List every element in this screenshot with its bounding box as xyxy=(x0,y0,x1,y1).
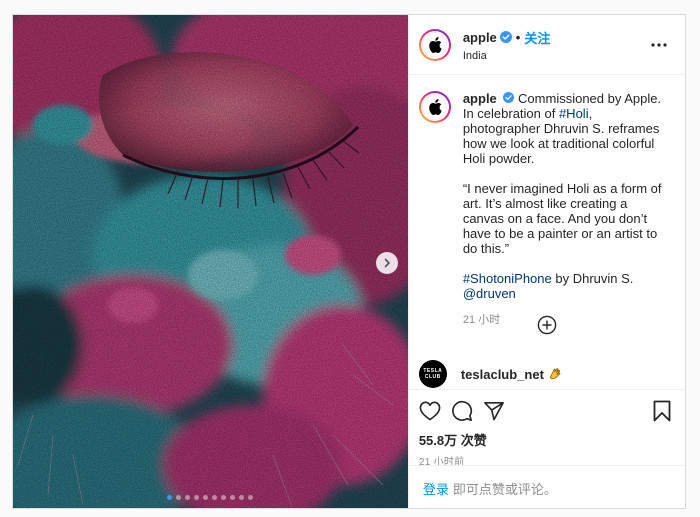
commenter-avatar-text-bottom: CLUB xyxy=(424,374,441,380)
comment-button[interactable] xyxy=(451,400,473,422)
carousel-dot xyxy=(203,495,209,500)
post-card: apple • 关注 India apple Commissioned by A… xyxy=(12,14,686,509)
author-avatar[interactable] xyxy=(418,28,451,61)
commenter-username[interactable]: teslaclub_net xyxy=(461,367,544,382)
more-options-icon xyxy=(651,42,667,47)
carousel-dot xyxy=(185,495,191,500)
carousel-indicator xyxy=(13,495,408,500)
more-options-button[interactable] xyxy=(647,39,671,51)
share-button[interactable] xyxy=(483,401,505,421)
load-more-comments xyxy=(409,315,685,335)
caption-username[interactable]: apple xyxy=(463,91,497,106)
header-separator: • xyxy=(515,29,521,45)
bookmark-icon xyxy=(653,400,671,422)
apple-logo-icon xyxy=(429,99,442,115)
like-count[interactable]: 55.8万 次赞 xyxy=(419,430,671,449)
hashtag-holi-link[interactable]: #Holi xyxy=(559,106,589,121)
holi-powder-face-image xyxy=(13,15,408,508)
caption-quote: “I never imagined Holi as a form of art.… xyxy=(462,181,662,256)
comment-item: TESLA CLUB teslaclub_net xyxy=(418,360,562,388)
commenter-avatar[interactable]: TESLA CLUB xyxy=(418,360,447,388)
save-button[interactable] xyxy=(653,400,671,422)
mention-druven-link[interactable]: @druven xyxy=(463,286,516,301)
clapping-hands-icon xyxy=(548,367,562,381)
verified-badge-icon xyxy=(503,92,515,103)
post-location[interactable]: India xyxy=(463,50,647,62)
carousel-dot xyxy=(230,495,236,500)
action-bar xyxy=(419,398,671,424)
apple-logo-icon xyxy=(429,36,442,53)
caption-avatar[interactable] xyxy=(418,91,451,123)
login-prompt: 登录 即可点赞或评论。 xyxy=(408,465,685,508)
comments-section: apple Commissioned by Apple. In celebrat… xyxy=(409,75,685,389)
carousel-dot xyxy=(176,495,182,500)
post-media[interactable] xyxy=(13,15,408,508)
post-side-panel: apple • 关注 India apple Commissioned by A… xyxy=(407,15,685,508)
comment-icon xyxy=(451,400,472,421)
hashtag-shotoniphone-link[interactable]: #ShotoniPhone xyxy=(463,271,552,286)
carousel-next-button[interactable] xyxy=(375,252,398,274)
author-username[interactable]: apple xyxy=(463,30,497,45)
verified-badge-icon xyxy=(499,31,512,43)
actions-area: 55.8万 次赞 21 小时前 xyxy=(408,389,685,468)
plus-circle-icon xyxy=(537,315,557,335)
carousel-dot xyxy=(221,495,227,500)
chevron-right-icon xyxy=(384,258,390,268)
follow-button[interactable]: 关注 xyxy=(524,28,550,47)
carousel-dot xyxy=(212,495,218,500)
carousel-dot xyxy=(194,495,200,500)
caption: apple Commissioned by Apple. In celebrat… xyxy=(409,75,685,328)
login-link[interactable]: 登录 xyxy=(423,479,449,498)
caption-text: apple Commissioned by Apple. In celebrat… xyxy=(463,91,663,328)
login-prompt-text: 即可点赞或评论。 xyxy=(452,481,557,497)
caption-credit: by Dhruvin S. xyxy=(551,271,634,286)
like-button[interactable] xyxy=(419,401,441,421)
carousel-dot xyxy=(239,495,245,500)
post-header: apple • 关注 India xyxy=(408,15,685,75)
load-more-comments-button[interactable] xyxy=(537,315,557,335)
share-icon xyxy=(483,402,504,421)
carousel-dot xyxy=(248,495,254,500)
carousel-dot xyxy=(167,495,173,500)
heart-icon xyxy=(419,401,441,421)
